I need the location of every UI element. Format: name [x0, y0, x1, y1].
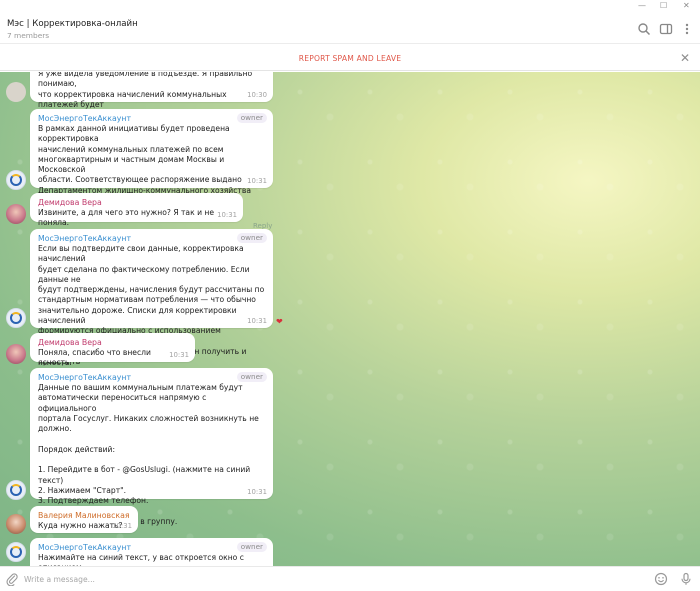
message-time: 10:31	[169, 351, 189, 359]
message-text: Нажимайте на синий текст, у вас откроетс…	[38, 553, 244, 566]
sender-name[interactable]: МосЭнергоТекАккаунт	[38, 114, 265, 124]
message-time: 10:30	[247, 91, 267, 99]
message-list[interactable]: Я уже видела уведомление в подъезде. Я п…	[0, 72, 700, 566]
owner-badge: owner	[236, 372, 267, 382]
sender-name[interactable]: Демидова Вера	[38, 338, 187, 348]
message-time: 10:31	[217, 211, 237, 219]
search-icon[interactable]	[637, 22, 651, 36]
window-titlebar: — ☐ ✕	[0, 0, 700, 12]
message-bubble[interactable]: МосЭнергоТекАккаунт owner Если вы подтве…	[30, 229, 273, 377]
attach-icon[interactable]	[5, 572, 19, 586]
message-bubble[interactable]: Демидова Вера Извините, а для чего это н…	[30, 193, 243, 227]
report-spam-bar: REPORT SPAM AND LEAVE ✕	[0, 45, 700, 71]
sender-name[interactable]: Демидова Вера	[38, 198, 235, 208]
close-icon[interactable]: ✕	[680, 52, 690, 64]
owner-badge: owner	[236, 542, 267, 552]
message-input[interactable]	[24, 572, 624, 587]
avatar[interactable]	[6, 344, 26, 364]
avatar[interactable]	[6, 480, 26, 500]
message-bubble[interactable]: МосЭнергоТекАккаунт owner Данные по ваши…	[30, 368, 273, 526]
message-time: 10:31	[247, 317, 267, 325]
avatar[interactable]	[6, 204, 26, 224]
message-bubble[interactable]: Демидова Вера Поняла, спасибо что внесли…	[30, 333, 195, 367]
close-window-button[interactable]: ✕	[683, 1, 690, 11]
message-bubble[interactable]: МосЭнергоТекАккаунт owner В рамках данно…	[30, 109, 273, 215]
message-time: 10:31	[112, 522, 132, 530]
sidebar-toggle-icon[interactable]	[659, 22, 673, 36]
microphone-icon[interactable]	[679, 572, 693, 586]
owner-badge: owner	[236, 233, 267, 243]
sender-name[interactable]: МосЭнергоТекАккаунт	[38, 234, 265, 244]
message-time: 10:31	[247, 177, 267, 185]
message-bubble[interactable]: Я уже видела уведомление в подъезде. Я п…	[30, 72, 273, 119]
message-bubble[interactable]: Валерия Малиновская Куда нужно нажать? 1…	[30, 506, 138, 533]
more-menu-icon[interactable]	[680, 22, 694, 36]
heart-reaction-icon[interactable]: ❤	[276, 317, 283, 326]
sender-name[interactable]: МосЭнергоТекАккаунт	[38, 543, 265, 553]
avatar[interactable]	[6, 170, 26, 190]
minimize-button[interactable]: —	[638, 1, 646, 11]
message-text: Извините, а для чего это нужно? Я так и …	[38, 208, 217, 228]
sender-name[interactable]: МосЭнергоТекАккаунт	[38, 373, 265, 383]
message-text: Поняла, спасибо что внесли ясность.	[38, 348, 154, 368]
message-composer	[0, 566, 700, 591]
avatar[interactable]	[6, 308, 26, 328]
emoji-icon[interactable]	[654, 572, 668, 586]
avatar[interactable]	[6, 514, 26, 534]
avatar[interactable]	[6, 82, 26, 102]
chat-header: Мэс | Корректировка-онлайн 7 members	[0, 12, 700, 44]
message-time: 10:31	[247, 488, 267, 496]
avatar[interactable]	[6, 542, 26, 562]
chat-title[interactable]: Мэс | Корректировка-онлайн	[7, 19, 138, 29]
member-count[interactable]: 7 members	[7, 31, 49, 40]
sender-name[interactable]: Валерия Малиновская	[38, 511, 130, 521]
message-bubble[interactable]: МосЭнергоТекАккаунт owner Нажимайте на с…	[30, 538, 273, 566]
owner-badge: owner	[236, 113, 267, 123]
maximize-button[interactable]: ☐	[660, 1, 667, 11]
report-spam-button[interactable]: REPORT SPAM AND LEAVE	[0, 54, 700, 63]
